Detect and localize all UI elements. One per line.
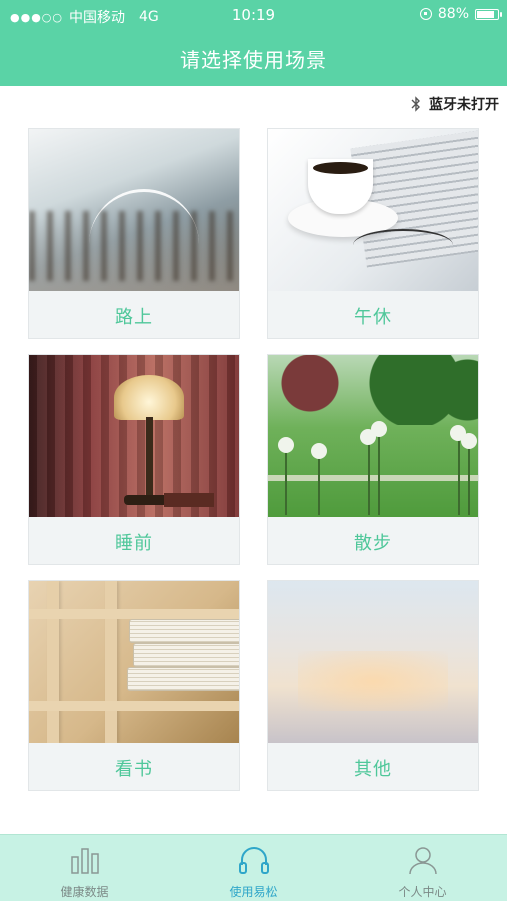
bookshelf-photo: [29, 581, 239, 743]
top-header: ●●●○○ 中国移动 4G 10:19 88% 请选择使用场景: [0, 0, 507, 86]
tab-label: 个人中心: [398, 885, 447, 899]
scene-card-walk[interactable]: 散步: [267, 354, 479, 565]
park-walk-photo: [268, 355, 478, 517]
scene-label: 路上: [115, 307, 153, 328]
scene-card-noon-nap[interactable]: 午休: [267, 128, 479, 339]
tab-health-data[interactable]: 健康数据: [0, 835, 169, 901]
page-title: 请选择使用场景: [180, 48, 327, 72]
bar-chart-icon: [70, 848, 99, 874]
scene-label: 散步: [354, 533, 392, 554]
scene-card-reading[interactable]: 看书: [28, 580, 240, 791]
status-bar: ●●●○○ 中国移动 4G 10:19 88%: [0, 0, 507, 30]
blurred-sky-photo: [268, 581, 478, 743]
coffee-newspaper-photo: [268, 129, 478, 291]
person-icon: [408, 847, 437, 875]
tab-profile[interactable]: 个人中心: [338, 835, 507, 901]
battery-percent: 88%: [437, 6, 469, 22]
battery-icon: [475, 8, 502, 20]
scene-label: 午休: [354, 307, 392, 328]
commuter-station-photo: [29, 129, 239, 291]
scene-label: 其他: [354, 759, 392, 780]
headphones-icon: [238, 847, 269, 874]
scene-label: 看书: [115, 759, 153, 780]
bluetooth-status[interactable]: 蓝牙未打开: [411, 94, 499, 114]
scene-card-road[interactable]: 路上: [28, 128, 240, 339]
scene-card-other[interactable]: 其他: [267, 580, 479, 791]
bluetooth-icon: [411, 96, 420, 112]
tab-label: 健康数据: [60, 885, 109, 899]
scene-card-bedtime[interactable]: 睡前: [28, 354, 240, 565]
tab-label: 使用易松: [229, 885, 278, 899]
bottom-tab-bar: 健康数据 使用易松 个人中心: [0, 834, 507, 901]
bluetooth-status-text: 蓝牙未打开: [429, 97, 499, 113]
tab-use-yisong[interactable]: 使用易松: [169, 835, 338, 901]
bedside-lamp-photo: [29, 355, 239, 517]
rotation-lock-icon: [419, 8, 432, 20]
scene-label: 睡前: [115, 533, 153, 554]
